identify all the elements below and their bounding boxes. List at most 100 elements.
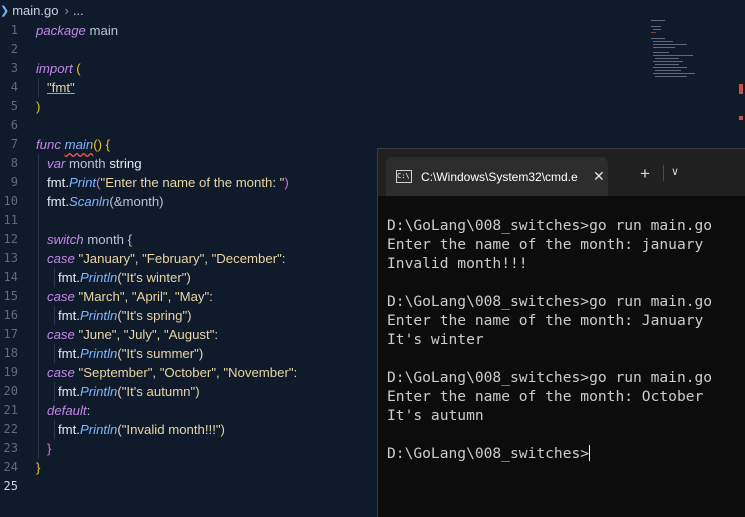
indent-guide	[38, 363, 39, 382]
terminal-line: Enter the name of the month: October	[387, 388, 704, 405]
code-line: case "June", "July", "August":	[36, 325, 297, 344]
line-number: 19	[3, 365, 18, 379]
call-args: (&month)	[109, 194, 164, 209]
code-line: fmt.Println("Invalid month!!!")	[36, 420, 297, 439]
line-number: 7	[10, 137, 18, 151]
text-cursor	[589, 445, 591, 461]
indent-guide	[54, 420, 55, 439]
terminal-line: Invalid month!!!	[387, 255, 528, 272]
breadcrumb-file[interactable]: main.go	[12, 3, 58, 18]
keyword: import	[36, 61, 73, 76]
code-line: case "January", "February", "December":	[36, 249, 297, 268]
case-values: "June", "July", "August":	[74, 327, 219, 342]
indent-guide	[38, 230, 39, 249]
code-line: var month string	[36, 154, 297, 173]
terminal-prompt-line[interactable]: D:\GoLang\008_switches>	[387, 444, 745, 463]
line-number: 3	[10, 61, 18, 75]
indent-guide	[38, 268, 39, 287]
minimap[interactable]	[651, 18, 731, 78]
import-string: "fmt"	[47, 80, 75, 95]
colon: :	[86, 403, 91, 418]
breadcrumb: ❯ main.go › ...	[0, 0, 745, 20]
paren: )	[36, 99, 41, 114]
code-line: fmt.Print("Enter the name of the month: …	[36, 173, 297, 192]
scrollbar-error-marker	[739, 84, 743, 94]
line-number: 6	[10, 118, 18, 132]
divider	[663, 165, 664, 181]
keyword: case	[47, 289, 75, 304]
line-number: 20	[3, 384, 18, 398]
line-number: 2	[10, 42, 18, 56]
brace: }	[47, 441, 52, 456]
call-args: ("Invalid month!!!")	[117, 422, 225, 437]
indent-guide	[38, 306, 39, 325]
indent-guide	[38, 154, 39, 173]
line-number: 23	[3, 441, 18, 455]
chevron-down-icon[interactable]: ∨	[671, 165, 679, 178]
breadcrumb-more[interactable]: ...	[73, 3, 84, 18]
paren: (	[72, 61, 81, 76]
function-call: Println	[79, 308, 118, 323]
close-icon[interactable]: ✕	[593, 168, 605, 185]
line-number: 9	[10, 175, 18, 189]
line-number: 12	[3, 232, 18, 246]
terminal-prompt: D:\GoLang\008_switches>	[387, 445, 590, 462]
code-line: switch month {	[36, 230, 297, 249]
code-line: fmt.Scanln(&month)	[36, 192, 297, 211]
keyword: func	[36, 137, 61, 152]
package-ref: fmt.	[57, 308, 80, 323]
package-ref: fmt.	[57, 346, 80, 361]
call-args: ("It's autumn")	[117, 384, 200, 399]
function-signature: () {	[93, 137, 111, 152]
terminal-output[interactable]: D:\GoLang\008_switches>go run main.go En…	[378, 196, 745, 463]
line-number: 15	[3, 289, 18, 303]
code-line: }	[36, 439, 297, 458]
indent-guide	[54, 268, 55, 287]
indent-guide	[38, 173, 39, 192]
switch-expr: month {	[83, 232, 133, 247]
line-number: 17	[3, 327, 18, 341]
code-line: fmt.Println("It's winter")	[36, 268, 297, 287]
indent-guide	[38, 211, 39, 230]
package-ref: fmt.	[57, 384, 80, 399]
code-line: default:	[36, 401, 297, 420]
line-number: 10	[3, 194, 18, 208]
function-call: Scanln	[68, 194, 110, 209]
code-line: }	[36, 458, 297, 477]
package-ref: fmt.	[47, 175, 69, 190]
identifier: main	[85, 23, 119, 38]
function-name: main	[64, 137, 94, 152]
keyword: default	[47, 403, 87, 418]
cmd-icon: C:\	[396, 170, 412, 183]
new-tab-button[interactable]: +	[640, 164, 650, 184]
line-number: 18	[3, 346, 18, 360]
keyword: package	[36, 23, 86, 38]
paren: )	[284, 175, 289, 190]
function-call: Println	[79, 270, 118, 285]
keyword: case	[47, 251, 75, 266]
code-line: )	[36, 97, 297, 116]
cmd-window[interactable]: C:\ C:\Windows\System32\cmd.e ✕ + ∨ D:\G…	[377, 148, 745, 517]
line-number: 11	[3, 213, 18, 227]
terminal-line: D:\GoLang\008_switches>go run main.go	[387, 369, 713, 386]
code-area[interactable]: package main import ( "fmt" ) func main(…	[36, 21, 297, 496]
function-call: Println	[79, 422, 118, 437]
line-number: 4	[10, 80, 18, 94]
keyword: switch	[47, 232, 84, 247]
keyword: case	[47, 365, 75, 380]
package-ref: fmt.	[47, 194, 69, 209]
code-line: fmt.Println("It's summer")	[36, 344, 297, 363]
terminal-tab[interactable]: C:\ C:\Windows\System32\cmd.e ✕	[386, 157, 608, 196]
terminal-line: It's winter	[387, 331, 484, 348]
indent-guide	[38, 325, 39, 344]
terminal-line: It's autumn	[387, 407, 484, 424]
code-line: case "March", "April", "May":	[36, 287, 297, 306]
indent-guide	[38, 192, 39, 211]
terminal-line: D:\GoLang\008_switches>go run main.go	[387, 217, 713, 234]
keyword: case	[47, 327, 75, 342]
string-literal: "Enter the name of the month: "	[100, 175, 285, 190]
